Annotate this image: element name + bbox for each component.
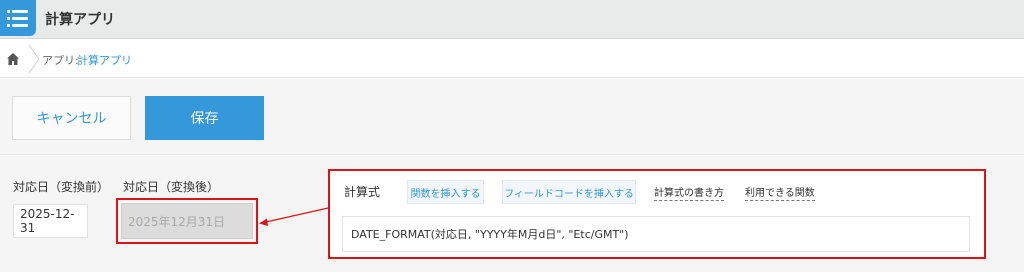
list-icon[interactable] <box>0 0 36 36</box>
breadcrumb-prefix: アプリ: <box>42 54 79 67</box>
app-header: 計算アプリ <box>0 0 1024 39</box>
form-area: 対応日（変換前） 2025-12-31 対応日（変換後） 2025年12月31日… <box>0 156 1024 272</box>
breadcrumb-app-link[interactable]: 計算アプリ <box>77 52 132 68</box>
cancel-button[interactable]: キャンセル <box>12 96 131 140</box>
home-icon[interactable] <box>6 52 20 66</box>
formula-panel: 計算式 関数を挿入する フィールドコードを挿入する 計算式の書き方 利用できる関… <box>328 169 986 259</box>
insert-function-button[interactable]: 関数を挿入する <box>407 180 484 204</box>
breadcrumb-separator-icon <box>28 45 40 73</box>
insert-field-code-button[interactable]: フィールドコードを挿入する <box>502 180 636 204</box>
formula-label: 計算式 <box>344 185 381 199</box>
formula-input[interactable]: DATE_FORMAT(対応日, "YYYY年M月d日", "Etc/GMT") <box>342 216 970 252</box>
toolbar: キャンセル 保存 <box>0 79 1024 155</box>
how-to-write-link[interactable]: 計算式の書き方 <box>654 184 724 201</box>
app-title: 計算アプリ <box>45 12 115 28</box>
available-functions-link[interactable]: 利用できる関数 <box>745 184 815 201</box>
save-button[interactable]: 保存 <box>145 96 264 140</box>
breadcrumb: アプリ: 計算アプリ <box>0 40 1024 78</box>
